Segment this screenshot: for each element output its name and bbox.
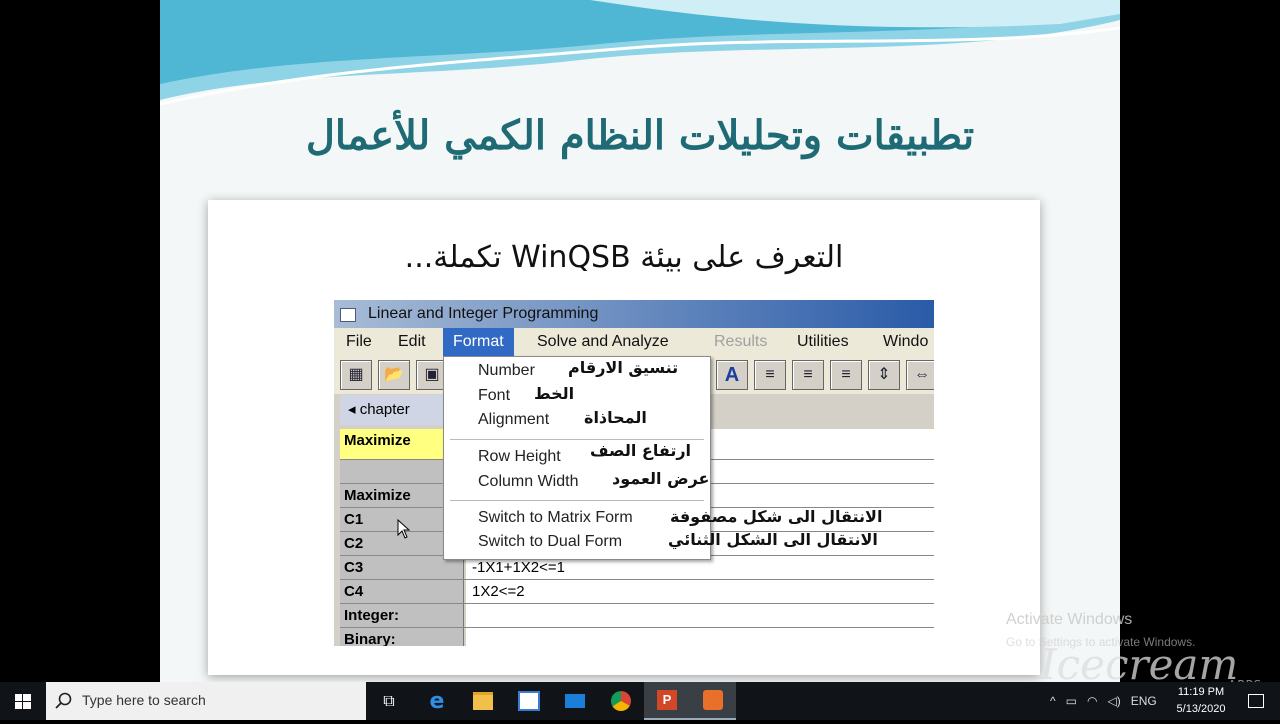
taskbar-search[interactable]: Type here to search	[46, 682, 366, 720]
menu-separator	[450, 439, 704, 440]
screen-recorder-icon[interactable]	[690, 682, 736, 720]
row-header[interactable]: Binary:	[340, 628, 464, 646]
slide-wave-decoration	[160, 0, 1120, 106]
slide-title: تطبيقات وتحليلات النظام الكمي للأعمال	[305, 112, 975, 159]
clock-time: 11:19 PM	[1177, 686, 1225, 698]
system-tray: ^ ▭ ◠ ◁) ENG	[1050, 682, 1157, 720]
menu-item-switch-dual[interactable]: Switch to Dual Form	[478, 533, 622, 551]
language-indicator[interactable]: ENG	[1131, 694, 1157, 708]
menu-item-number[interactable]: Number	[478, 362, 535, 380]
menu-results[interactable]: Results	[704, 328, 777, 356]
align-center-icon[interactable]: ≡	[792, 360, 824, 390]
menu-item-switch-matrix[interactable]: Switch to Matrix Form	[478, 509, 633, 527]
row-header[interactable]: Integer:	[340, 604, 464, 627]
taskbar-clock[interactable]: 11:19 PM 5/13/2020	[1166, 684, 1236, 718]
column-width-icon[interactable]: ⇔	[906, 360, 934, 390]
chrome-icon[interactable]	[598, 682, 644, 720]
mail-icon[interactable]	[552, 682, 598, 720]
taskbar: Type here to search ⧉ e P ^ ▭ ◠ ◁) ENG 1…	[0, 682, 1280, 720]
activate-windows-title: Activate Windows	[1006, 611, 1133, 628]
annotation-dual: الانتقال الى الشكل الثنائي	[668, 530, 878, 549]
clock-date: 5/13/2020	[1176, 703, 1226, 715]
mouse-cursor-icon	[397, 519, 411, 539]
menu-item-column-width[interactable]: Column Width	[478, 473, 578, 491]
windows-logo-icon	[15, 694, 31, 709]
align-left-icon[interactable]: ≡	[754, 360, 786, 390]
app-icon	[340, 308, 356, 322]
child-window-title[interactable]: ◂ chapter	[340, 395, 448, 425]
task-view-icon[interactable]: ⧉	[366, 682, 412, 720]
search-placeholder: Type here to search	[82, 692, 206, 708]
menu-item-alignment[interactable]: Alignment	[478, 411, 549, 429]
annotation-font: الخط	[534, 384, 575, 403]
annotation-column-width: عرض العمود	[612, 469, 710, 488]
row-value[interactable]	[466, 604, 934, 627]
tray-chevron-up-icon[interactable]: ^	[1050, 694, 1056, 708]
menu-edit[interactable]: Edit	[388, 328, 436, 356]
annotation-matrix: الانتقال الى شكل مصفوفة	[670, 507, 883, 526]
font-color-icon[interactable]: A	[716, 360, 748, 390]
store-icon[interactable]	[506, 682, 552, 720]
open-folder-icon[interactable]: 📂	[378, 360, 410, 390]
menu-file[interactable]: File	[336, 328, 382, 356]
grid-row: C4 1X2<=2	[340, 580, 934, 604]
notifications-icon[interactable]	[1236, 682, 1276, 720]
grid-icon[interactable]: ▦	[340, 360, 372, 390]
row-header[interactable]: C4	[340, 580, 464, 603]
menu-item-row-height[interactable]: Row Height	[478, 448, 561, 466]
menu-solve-and-analyze[interactable]: Solve and Analyze	[527, 328, 679, 356]
menu-bar: File Edit Format Solve and Analyze Resul…	[334, 328, 934, 356]
volume-icon[interactable]: ◁)	[1107, 694, 1120, 708]
file-explorer-icon[interactable]	[460, 682, 506, 720]
menu-item-font[interactable]: Font	[478, 387, 510, 405]
annotation-row-height: ارتفاع الصف	[590, 441, 692, 460]
menu-window[interactable]: Windo	[873, 328, 934, 356]
grid-row: Integer:	[340, 604, 934, 628]
grid-row: Binary:	[340, 628, 934, 646]
edge-browser-icon[interactable]: e	[414, 682, 460, 720]
menu-utilities[interactable]: Utilities	[787, 328, 859, 356]
menu-format[interactable]: Format	[443, 328, 514, 356]
row-value[interactable]	[466, 628, 934, 646]
child-title-text: chapter	[359, 401, 410, 418]
search-icon	[55, 692, 72, 709]
annotation-alignment: المحاذاة	[584, 408, 647, 427]
powerpoint-icon[interactable]: P	[644, 682, 690, 720]
network-icon[interactable]: ◠	[1087, 694, 1097, 708]
subtitle-arabic: التعرف على بيئة WinQSB تكملة...	[404, 240, 844, 275]
start-button[interactable]	[0, 682, 46, 720]
align-right-icon[interactable]: ≡	[830, 360, 862, 390]
window-title: Linear and Integer Programming	[368, 305, 599, 322]
row-value[interactable]: 1X2<=2	[466, 580, 934, 603]
battery-icon[interactable]: ▭	[1066, 694, 1077, 708]
slide-subtitle: التعرف على بيئة WinQSB تكملة...	[208, 240, 1040, 275]
row-height-icon[interactable]: ⇕	[868, 360, 900, 390]
presentation-slide: تطبيقات وتحليلات النظام الكمي للأعمال ال…	[160, 0, 1120, 682]
window-titlebar[interactable]: Linear and Integer Programming	[334, 300, 934, 328]
annotation-number: تنسيق الارقام	[568, 358, 679, 377]
menu-separator	[450, 500, 704, 501]
